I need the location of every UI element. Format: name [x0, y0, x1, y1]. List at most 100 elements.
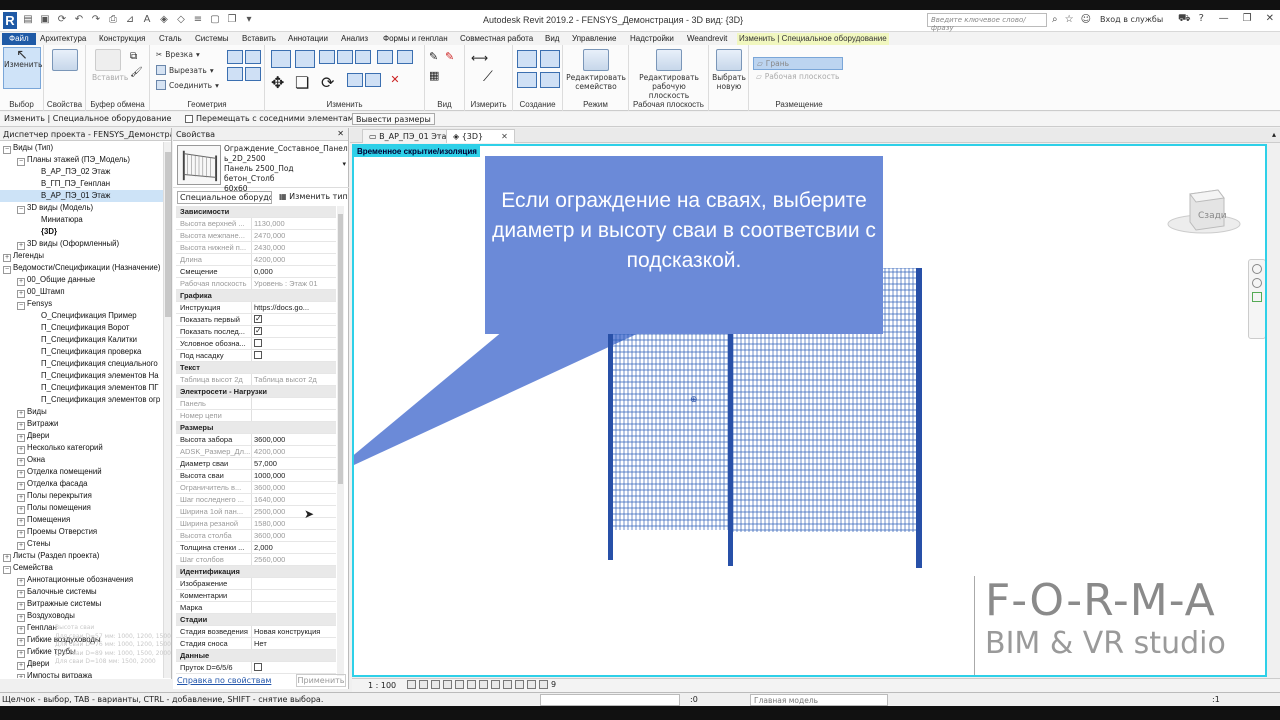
copy-element-icon[interactable]: ❏	[295, 73, 311, 92]
expand-icon[interactable]: +	[17, 506, 25, 514]
collapse-icon[interactable]: −	[17, 158, 25, 166]
qat-dropdown-icon[interactable]: ▾	[243, 14, 255, 26]
property-row[interactable]: Номер цепи	[176, 410, 336, 422]
property-value[interactable]: Новая конструкция	[252, 626, 336, 637]
project-browser-scrollbar[interactable]	[163, 142, 171, 678]
tree-item[interactable]: В_АР_ПЭ_02 Этаж	[0, 166, 163, 178]
property-row[interactable]: ADSK_Размер_Дл... 4200,000	[176, 446, 336, 458]
property-value[interactable]: 2560,000	[252, 554, 336, 565]
tree-item[interactable]: + Легенды	[0, 250, 163, 262]
property-value[interactable]: 2430,000	[252, 242, 336, 253]
tree-item[interactable]: + Листы (Раздел проекта)	[0, 550, 163, 562]
measure-icon[interactable]: ⊿	[124, 14, 136, 26]
close-icon[interactable]: ✕	[1266, 13, 1274, 24]
checkbox-icon[interactable]	[254, 663, 262, 671]
tree-item[interactable]: −3D виды (Модель)	[0, 202, 163, 214]
property-value[interactable]: 0,000	[252, 266, 336, 277]
property-row[interactable]: Высота сваи 1000,000	[176, 470, 336, 482]
tree-item[interactable]: П_Спецификация элементов огр	[0, 394, 163, 406]
show-dims-button[interactable]: Вывести размеры	[352, 113, 435, 125]
temporary-hide-icon[interactable]	[503, 680, 512, 689]
property-checkbox[interactable]	[252, 350, 336, 361]
tab-14[interactable]: Изменить | Специальное оборудование	[737, 33, 889, 45]
trim-icon[interactable]	[397, 50, 413, 64]
maximize-icon[interactable]: ❐	[1243, 13, 1252, 24]
property-row[interactable]: Ограничитель в... 3600,000	[176, 482, 336, 494]
tree-item[interactable]: +00_Общие данные	[0, 274, 163, 286]
property-value[interactable]: 1580,000	[252, 518, 336, 529]
fence-post[interactable]	[608, 328, 613, 560]
tree-item[interactable]: П_Спецификация элементов ПГ	[0, 382, 163, 394]
scroll-thumb[interactable]	[165, 152, 171, 317]
switch-windows-icon[interactable]: ❐	[226, 14, 238, 26]
tree-item[interactable]: П_Спецификация Ворот	[0, 322, 163, 334]
property-row[interactable]: Стадия сноса Нет	[176, 638, 336, 650]
tree-item[interactable]: − Fensys	[0, 298, 163, 310]
view-scrollbar[interactable]	[1268, 144, 1280, 677]
3d-view-canvas[interactable]: Временное скрытие/изоляция ⊕ Если огражд…	[352, 144, 1267, 677]
cut-button[interactable]: Вырезать ▾	[156, 65, 214, 75]
scroll-thumb[interactable]	[338, 214, 343, 484]
cut-notch-button[interactable]: ✂ Врезка ▾	[156, 50, 200, 59]
tab-10[interactable]: Вид	[543, 33, 561, 45]
tree-item[interactable]: + Витражные системы	[0, 598, 163, 610]
show-crop-icon[interactable]	[479, 680, 488, 689]
property-value[interactable]: 57,000	[252, 458, 336, 469]
checkbox-icon[interactable]	[254, 326, 262, 337]
modify-button[interactable]: ↖ Изменить	[3, 47, 42, 89]
close-icon[interactable]: ✕	[337, 129, 344, 138]
sun-path-icon[interactable]	[431, 680, 440, 689]
edit-workplane-button[interactable]: Редактировать рабочую плоскость	[631, 49, 707, 100]
tab-5[interactable]: Вставить	[240, 33, 278, 45]
property-row[interactable]: Диаметр сваи 57,000	[176, 458, 336, 470]
delete-icon[interactable]: ✕	[387, 73, 403, 87]
property-row[interactable]: Шаг последнего ... 1640,000	[176, 494, 336, 506]
login-button[interactable]: Вход в службы	[1100, 15, 1163, 24]
tree-item[interactable]: + Двери	[0, 658, 163, 670]
property-value[interactable]	[252, 590, 336, 601]
expand-icon[interactable]: +	[17, 446, 25, 454]
offset-icon[interactable]	[295, 50, 315, 68]
tab-11[interactable]: Управление	[570, 33, 618, 45]
tree-item[interactable]: + Отделка фасада	[0, 478, 163, 490]
checkbox-icon[interactable]	[254, 339, 262, 347]
sync-icon[interactable]: ⟳	[56, 14, 68, 26]
move-icon[interactable]: ✥	[271, 73, 287, 92]
tree-item[interactable]: П_Спецификация специального	[0, 358, 163, 370]
property-row[interactable]: Условное обозна...	[176, 338, 336, 350]
property-row[interactable]: Длина 4200,000	[176, 254, 336, 266]
tree-item[interactable]: П_Спецификация проверка	[0, 346, 163, 358]
open-icon[interactable]: ▤	[22, 14, 34, 26]
property-row[interactable]: Высота верхней ... 1130,000	[176, 218, 336, 230]
expand-icon[interactable]: +	[17, 542, 25, 550]
edit-family-button[interactable]: Редактировать семейство	[566, 49, 626, 91]
revit-logo-icon[interactable]: R	[3, 12, 17, 29]
highlight-icon[interactable]	[539, 680, 548, 689]
align-icon[interactable]	[271, 50, 291, 68]
tree-item[interactable]: + Балочные системы	[0, 586, 163, 598]
property-category[interactable]: Идентификация	[176, 566, 336, 578]
property-value[interactable]: 2470,000	[252, 230, 336, 241]
geom-tool-4-icon[interactable]	[245, 67, 261, 81]
tree-item[interactable]: + Гибкие воздуховоды	[0, 634, 163, 646]
cart-icon[interactable]: ⛟	[1178, 13, 1191, 26]
text-icon[interactable]: A	[141, 14, 153, 26]
viewcube[interactable]: Сзади	[1166, 186, 1242, 236]
face-button[interactable]: ▱ Грань	[753, 57, 843, 70]
property-value[interactable]	[252, 398, 336, 409]
tree-item[interactable]: + Витражи	[0, 418, 163, 430]
linework-icon[interactable]: ▦	[429, 69, 445, 83]
render-icon[interactable]	[455, 680, 464, 689]
collapse-icon[interactable]: −	[3, 146, 11, 154]
geom-tool-1-icon[interactable]	[227, 50, 243, 64]
tree-item[interactable]: П_Спецификация элементов На	[0, 370, 163, 382]
pin-icon[interactable]	[377, 50, 393, 64]
expand-icon[interactable]: +	[17, 242, 25, 250]
tree-item[interactable]: О_Спецификация Пример	[0, 310, 163, 322]
tab-2[interactable]: Конструкция	[97, 33, 147, 45]
property-row[interactable]: Высота столба 3600,000	[176, 530, 336, 542]
tree-item[interactable]: + Полы помещения	[0, 502, 163, 514]
property-category[interactable]: Стадии	[176, 614, 336, 626]
property-value[interactable]: 2500,000	[252, 506, 336, 517]
star-icon[interactable]: ☆	[1065, 14, 1074, 25]
